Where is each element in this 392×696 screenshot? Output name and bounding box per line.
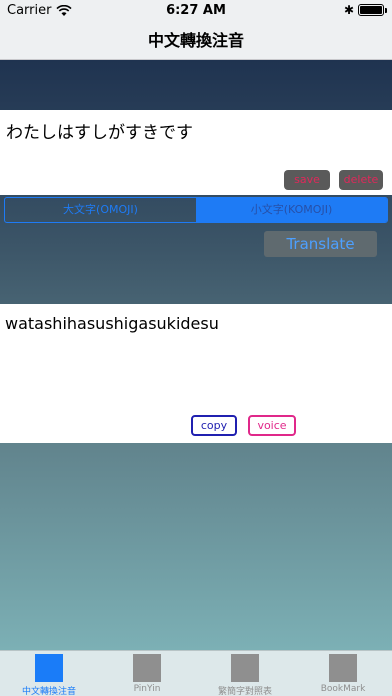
tab-bar: 中文轉換注音 PinYin 繁簡字對照表 BookMark xyxy=(0,650,392,696)
voice-button[interactable]: voice xyxy=(248,415,296,436)
bluetooth-icon: ✱ xyxy=(343,3,354,17)
tab-chinese-to-zhuyin[interactable]: 中文轉換注音 xyxy=(0,651,98,696)
status-right: ✱ xyxy=(343,3,387,17)
status-time: 6:27 AM xyxy=(166,3,226,18)
input-text: わたしはすしがすきです xyxy=(6,123,193,143)
copy-button[interactable]: copy xyxy=(191,415,237,436)
tab-square-icon xyxy=(329,654,357,682)
battery-icon xyxy=(358,4,387,16)
case-segmented-control[interactable]: 大文字(OMOJI) 小文字(KOMOJI) xyxy=(4,197,388,223)
tab-label: 繁簡字對照表 xyxy=(217,687,272,696)
translate-button[interactable]: Translate xyxy=(264,231,377,257)
tab-square-icon xyxy=(133,654,161,682)
tab-label: 中文轉換注音 xyxy=(21,687,76,696)
tab-square-icon xyxy=(231,654,259,682)
page-title: 中文轉換注音 xyxy=(147,31,244,50)
battery-fill xyxy=(360,6,382,14)
segment-omoji[interactable]: 大文字(OMOJI) xyxy=(5,198,196,222)
status-bar: Carrier 6:27 AM ✱ xyxy=(0,0,392,22)
output-text: watashihasushigasukidesu xyxy=(5,314,219,333)
save-button[interactable]: save xyxy=(284,170,330,190)
delete-button[interactable]: delete xyxy=(339,170,383,190)
tab-pinyin[interactable]: PinYin xyxy=(98,651,196,696)
tab-traditional-simplified[interactable]: 繁簡字對照表 xyxy=(196,651,294,696)
input-textarea[interactable]: わたしはすしがすきです xyxy=(0,110,392,195)
tab-label: PinYin xyxy=(133,684,161,694)
tab-label: BookMark xyxy=(320,684,366,694)
tab-bookmark[interactable]: BookMark xyxy=(294,651,392,696)
segment-komoji[interactable]: 小文字(KOMOJI) xyxy=(196,198,387,222)
tab-square-icon xyxy=(35,654,63,682)
navigation-bar: 中文轉換注音 xyxy=(0,22,392,60)
